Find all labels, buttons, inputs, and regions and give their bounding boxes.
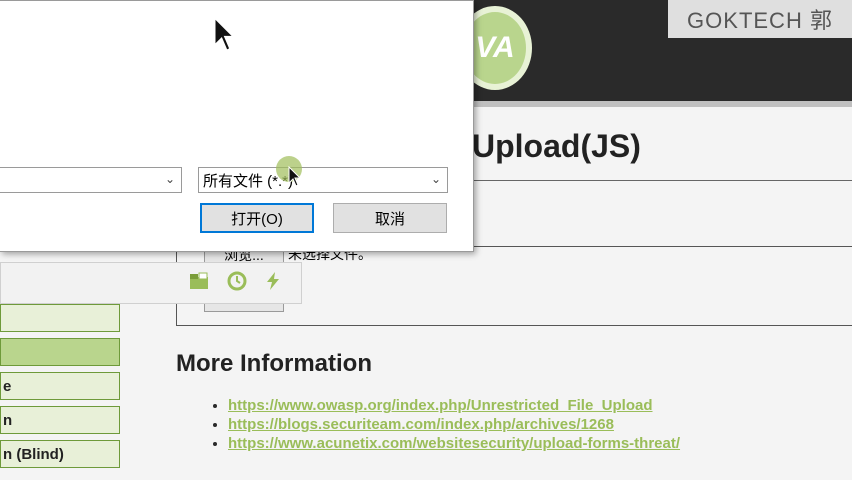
mouse-cursor-icon (288, 166, 302, 187)
chevron-down-icon[interactable]: ⌄ (431, 172, 441, 186)
more-info-heading: More Information (176, 350, 372, 377)
title-divider (468, 180, 852, 181)
sidebar-item-active[interactable] (0, 338, 120, 366)
sidebar-menu: e n n (Blind) (0, 304, 120, 474)
list-item: https://www.acunetix.com/websitesecurity… (228, 434, 680, 453)
more-info-links: https://www.owasp.org/index.php/Unrestri… (210, 396, 680, 453)
clock-icon[interactable] (226, 270, 248, 292)
list-item: https://blogs.securiteam.com/index.php/a… (228, 415, 680, 434)
securiteam-link[interactable]: https://blogs.securiteam.com/index.php/a… (228, 416, 614, 433)
filename-input[interactable]: ⌄ (0, 167, 182, 193)
page-title: Upload(JS) (472, 128, 641, 164)
chevron-down-icon[interactable]: ⌄ (165, 172, 175, 186)
sidebar-item[interactable]: n (0, 406, 120, 434)
sidebar-item[interactable]: e (0, 372, 120, 400)
cancel-button[interactable]: 取消 (333, 203, 447, 233)
watermark: GOKTECH 郭 (668, 0, 852, 38)
folder-icon[interactable] (188, 270, 210, 292)
filetype-select[interactable]: 所有文件 (*.*) ⌄ (198, 167, 448, 193)
browser-toolbar (0, 262, 302, 304)
acunetix-link[interactable]: https://www.acunetix.com/websitesecurity… (228, 435, 680, 452)
open-button[interactable]: 打开(O) (200, 203, 314, 233)
sidebar-item[interactable]: n (Blind) (0, 440, 120, 468)
lightning-icon[interactable] (262, 270, 284, 292)
sidebar-item[interactable] (0, 304, 120, 332)
owasp-link[interactable]: https://www.owasp.org/index.php/Unrestri… (228, 397, 653, 414)
list-item: https://www.owasp.org/index.php/Unrestri… (228, 396, 680, 415)
header-divider (468, 101, 852, 107)
mouse-cursor-icon (213, 16, 236, 52)
